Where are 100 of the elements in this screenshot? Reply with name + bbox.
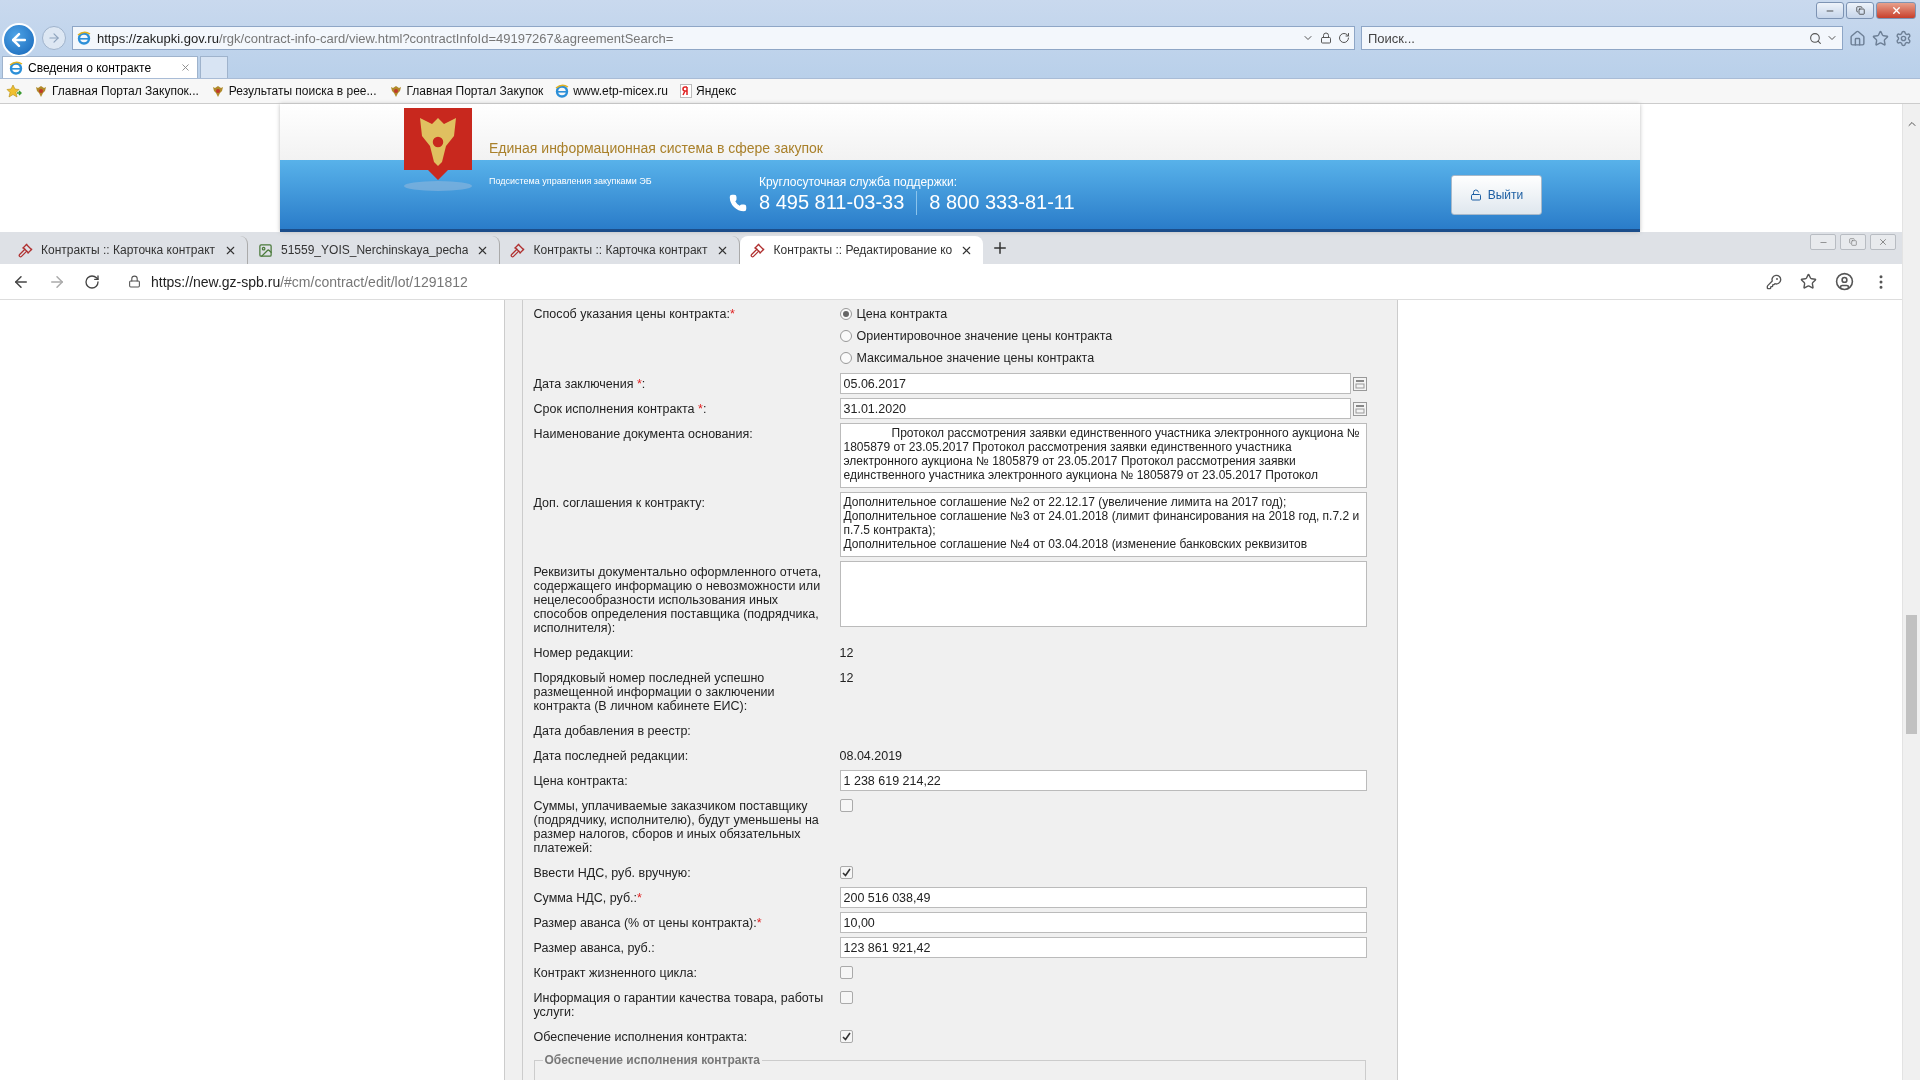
field-label: Сумма НДС, руб.:*: [533, 890, 643, 907]
field-value: 12: [839, 645, 855, 662]
restore-icon: [1855, 6, 1865, 15]
field-label: Дата последней редакции:: [533, 748, 690, 765]
forward-arrow-icon: [47, 31, 61, 45]
emblem-icon: [34, 84, 48, 98]
gavel-icon: [510, 242, 526, 258]
address-bar[interactable]: https://new.gz-spb.ru/#cm/contract/edit/lot/1291812: [151, 273, 1748, 290]
site-title: Единая информационная система в сфере закупок: [489, 140, 823, 156]
checkbox[interactable]: [839, 991, 853, 1004]
scrollbar[interactable]: [1902, 104, 1920, 1080]
account-icon[interactable]: [1835, 272, 1854, 291]
date-field[interactable]: 05.06.2017: [839, 373, 1351, 394]
date-field[interactable]: 31.01.2020: [839, 398, 1351, 419]
unlock-icon: [1469, 188, 1482, 201]
favorites-star-icon[interactable]: [1872, 29, 1889, 47]
input-field[interactable]: 123 861 921,42: [839, 937, 1367, 958]
field-label: Срок исполнения контракта *:: [533, 401, 708, 418]
field-label: Суммы, уплачиваемые заказчиком поставщику (подрядчику, исполнителю), будут уменьшены на размер налогов, сборов и иных обязательных платежей:: [533, 798, 820, 857]
favorites-link[interactable]: Главная Портал Закупок: [388, 84, 544, 98]
search-box[interactable]: Поиск...: [1361, 26, 1843, 50]
favorites-link[interactable]: Яндекс: [680, 84, 737, 98]
bookmark-star-icon[interactable]: [1800, 273, 1817, 290]
checkbox[interactable]: [839, 799, 853, 812]
favorites-link[interactable]: Результаты поиска в рее...: [210, 84, 377, 98]
browser-tab[interactable]: Сведения о контракте: [2, 56, 198, 78]
text-area[interactable]: Дополнительное соглашение №2 от 22.12.17 (увеличение лимита на 2017 год); Дополнительное соглашение №3 от 24.01.2018 (лимит финансирования на 2018 год, п.7.2 и п.7.5 контракта); Дополнительное соглашение №4 от 03.04.2018 (изменение банковских реквизитов: [839, 492, 1367, 557]
radio-button[interactable]: [839, 352, 852, 364]
radio-option[interactable]: Максимальное значение цены контракта: [839, 347, 1367, 369]
radio-button[interactable]: [839, 330, 852, 342]
field-label: Контракт жизненного цикла:: [533, 965, 698, 982]
field-label: Размер аванса (% от цены контракта):*: [533, 915, 763, 932]
field-label: Размер аванса, руб.:: [533, 940, 656, 957]
field-label: Информация о гарантии качества товара, работы услуги:: [533, 990, 825, 1021]
emblem-icon: [210, 84, 225, 98]
support-label: Круглосуточная служба поддержки:: [759, 174, 959, 189]
checkbox[interactable]: [839, 1030, 853, 1043]
field-label: Порядковый номер последней успешно размещенной информации о заключении контракта (В личном кабинете ЕИС):: [533, 670, 776, 715]
input-field[interactable]: 10,00: [839, 912, 1367, 933]
field-label: Реквизиты документально оформленного отчета, содержащего информацию о невозможности или нецелесообразности использования иных способов определения поставщика (подрядчика, исполнителя):: [533, 564, 823, 637]
phone-number: 8 495 811-03-33: [759, 191, 905, 214]
subsystem-text: Подсистема управления закупками ЭБ: [489, 176, 653, 186]
field-label: Цена контракта:: [533, 773, 629, 790]
refresh-icon[interactable]: [1338, 32, 1350, 44]
field-label: Дата добавления в реестр:: [533, 723, 692, 740]
emblem-icon: [388, 84, 403, 98]
close-icon: [1890, 5, 1902, 16]
favorites-link[interactable]: Главная Портал Закупок...: [34, 84, 199, 98]
calendar-icon[interactable]: [1352, 401, 1367, 416]
gavel-icon: [750, 242, 766, 258]
field-label: Обеспечение исполнения контракта:: [533, 1029, 749, 1046]
search-icon[interactable]: [1809, 31, 1822, 45]
radio-button[interactable]: [839, 308, 852, 320]
search-engine-icon: [680, 84, 692, 98]
gavel-icon: [18, 242, 33, 258]
ie-logo-icon: [77, 31, 91, 45]
close-button[interactable]: [1876, 2, 1916, 19]
back-arrow-icon: [9, 30, 29, 50]
checkbox[interactable]: [839, 966, 853, 979]
address-bar[interactable]: https://zakupki.gov.ru/rgk/contract-info-card/view.html?contractInfoId=49197267&agreementSearch=: [72, 26, 1355, 50]
phone-icon: [729, 193, 747, 212]
emblem-icon: [402, 106, 474, 192]
lock-icon: [128, 275, 141, 288]
close-button[interactable]: [1870, 234, 1896, 250]
minimize-button[interactable]: [1816, 2, 1844, 19]
field-label: Способ указания цены контракта:*: [533, 306, 736, 323]
field-label: Наименование документа основания:: [533, 426, 754, 443]
reload-icon[interactable]: [84, 273, 100, 290]
calendar-icon[interactable]: [1352, 376, 1367, 391]
favorites-link[interactable]: www.etp-micex.ru: [555, 84, 668, 98]
fieldset-legend: Обеспечение исполнения контракта: [542, 1053, 763, 1067]
field-label: Ввести НДС, руб. вручную:: [533, 865, 692, 882]
search-field[interactable]: Поиск...: [1366, 29, 1805, 47]
ie-logo-icon: [9, 60, 23, 75]
home-icon[interactable]: [1849, 29, 1866, 47]
ie-logo-icon: [555, 84, 570, 98]
key-icon[interactable]: [1766, 273, 1782, 290]
input-field[interactable]: 200 516 038,49: [839, 887, 1367, 908]
field-value: 12: [839, 670, 855, 687]
field-label: Номер редакции:: [533, 645, 635, 662]
forward-button[interactable]: [42, 26, 66, 50]
field-label: Доп. соглашения к контракту:: [533, 495, 706, 512]
field-value: 08.04.2019: [839, 748, 904, 765]
radio-option[interactable]: Ориентировочное значение цены контракта: [839, 325, 1367, 347]
text-area[interactable]: Протокол рассмотрения заявки единственного участника электронного аукциона № 1805879 от 23.05.2017 Протокол рассмотрения заявки единственного участника электронного аукциона № 1805879 от 23.05.2017 Протокол рассмотрения заявки единственного участника электронного аукциона № 1805879 от 23.05.2017 Протокол: [839, 423, 1367, 488]
phone-number: 8 800 333-81-11: [929, 191, 1075, 214]
text-area[interactable]: [839, 561, 1367, 627]
input-field[interactable]: 1 238 619 214,22: [839, 770, 1367, 791]
back-button[interactable]: [2, 23, 36, 57]
logout-button[interactable]: Выйти: [1451, 174, 1542, 215]
restore-button[interactable]: [1846, 2, 1874, 19]
settings-icon[interactable]: [1895, 29, 1912, 47]
radio-option[interactable]: Цена контракта: [839, 303, 1367, 325]
scroll-thumb[interactable]: [1906, 615, 1917, 734]
browser-tab[interactable]: Контракты :: Редактирование ко: [740, 236, 984, 264]
favorites-icon[interactable]: [6, 84, 22, 98]
field-label: Дата заключения *:: [533, 376, 647, 393]
checkbox[interactable]: [839, 866, 853, 879]
close-icon: [1878, 237, 1888, 247]
restore-button[interactable]: [1840, 234, 1866, 250]
